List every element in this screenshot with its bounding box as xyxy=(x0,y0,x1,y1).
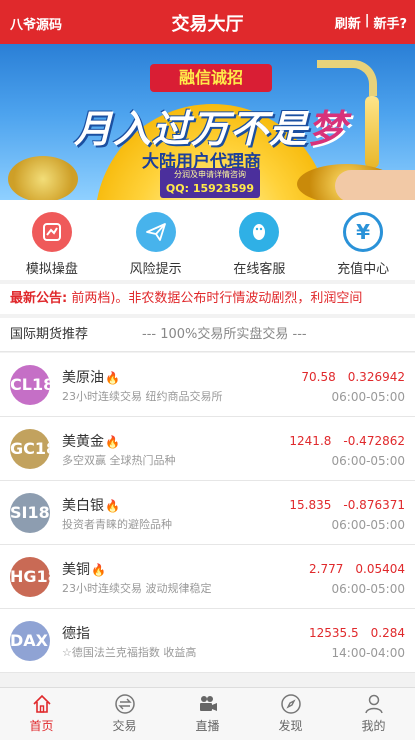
fire-icon: 🔥 xyxy=(105,435,120,449)
product-change: 0.05404 xyxy=(355,562,405,576)
product-hours: 06:00-05:00 xyxy=(331,454,406,468)
product-avatar: CL1810 xyxy=(10,365,50,405)
hand-graphic xyxy=(335,170,415,200)
product-desc: ☆德国法兰克福指数 收益高 xyxy=(62,646,197,659)
yuan-icon: ¥ xyxy=(343,212,384,252)
product-price: 12535.5 xyxy=(309,626,359,640)
product-row-crude-oil[interactable]: CL1810 美原油🔥 23小时连续交易 纽约商品交易所 70.58 0.3269… xyxy=(0,353,415,417)
section-subtitle: --- 100%交易所实盘交易 --- xyxy=(142,327,307,342)
product-list: CL1810 美原油🔥 23小时连续交易 纽约商品交易所 70.580.3269… xyxy=(0,353,415,673)
product-hours: 14:00-04:00 xyxy=(331,646,406,660)
quick-recharge-center-label: 充值中心 xyxy=(337,262,390,277)
header-separator: | xyxy=(364,13,370,28)
product-avatar: HG1809 xyxy=(10,557,50,597)
fire-icon: 🔥 xyxy=(91,563,106,577)
paper-plane-icon xyxy=(135,212,176,252)
faucet-graphic xyxy=(317,60,377,96)
section-header: 国际期货推荐 --- 100%交易所实盘交易 --- xyxy=(0,318,415,352)
banner-slogan-highlight: 梦 xyxy=(308,106,348,151)
header-actions: 刷新 | 新手? xyxy=(335,13,407,32)
gold-coins-left-graphic xyxy=(8,156,78,200)
tab-discover[interactable]: 发现 xyxy=(249,688,332,740)
simulate-trade-icon xyxy=(31,212,72,252)
product-price: 1241.8 xyxy=(289,434,332,448)
product-change: 0.284 xyxy=(370,626,405,640)
brand-name: 八爷源码 xyxy=(10,18,63,33)
product-change: 0.326942 xyxy=(347,370,405,384)
product-name: 美铜 xyxy=(62,562,90,578)
announcement-label: 最新公告: xyxy=(10,291,68,306)
product-hours: 06:00-05:00 xyxy=(331,582,406,596)
product-row-copper[interactable]: HG1809 美铜🔥 23小时连续交易 波动规律稳定 2.7770.05404 … xyxy=(0,545,415,609)
product-desc: 23小时连续交易 纽约商品交易所 xyxy=(62,390,223,403)
banner-slogan-main: 月入过万不是 xyxy=(74,106,309,151)
tab-home-label: 首页 xyxy=(29,719,54,733)
product-hours: 06:00-05:00 xyxy=(331,518,406,532)
product-price: 15.835 xyxy=(289,498,332,512)
newbie-button[interactable]: 新手? xyxy=(373,13,407,32)
quick-risk-notice-label: 风险提示 xyxy=(129,262,182,277)
tab-mine-label: 我的 xyxy=(361,719,386,733)
tab-trade[interactable]: 交易 xyxy=(83,688,166,740)
quick-online-service[interactable]: 在线客服 xyxy=(208,200,312,280)
banner-ribbon: 融信诚招 xyxy=(150,64,272,92)
tab-live-label: 直播 xyxy=(195,719,220,733)
tab-trade-label: 交易 xyxy=(112,719,137,733)
banner-qq: QQ: 15923599 xyxy=(165,182,255,195)
tab-discover-label: 发现 xyxy=(278,719,303,733)
quick-online-service-label: 在线客服 xyxy=(233,262,286,277)
product-change: -0.472862 xyxy=(343,434,405,448)
product-row-gold[interactable]: GC1812 美黄金🔥 多空双赢 全球热门品种 1241.8-0.472862 … xyxy=(0,417,415,481)
penguin-qq-icon xyxy=(239,212,280,252)
tab-home[interactable]: 首页 xyxy=(0,688,83,740)
user-icon xyxy=(332,693,415,715)
banner-contact-box: 分润及申请详情咨询 QQ: 15923599 xyxy=(160,168,260,198)
video-camera-icon xyxy=(166,693,249,715)
exchange-icon xyxy=(83,693,166,715)
section-title: 国际期货推荐 xyxy=(10,327,89,342)
bottom-tab-bar: 首页 交易 直播 发现 我的 xyxy=(0,687,415,740)
tab-live[interactable]: 直播 xyxy=(166,688,249,740)
banner-apply-text: 分润及申请详情咨询 xyxy=(174,170,246,179)
announcement-bar[interactable]: 最新公告: 前两档)。非农数据公布时行情波动剧烈，利润空间 xyxy=(0,284,415,314)
product-price: 70.58 xyxy=(301,370,336,384)
product-price: 2.777 xyxy=(309,562,344,576)
product-avatar: SI1809 xyxy=(10,493,50,533)
fire-icon: 🔥 xyxy=(105,499,120,513)
quick-risk-notice[interactable]: 风险提示 xyxy=(104,200,208,280)
product-name: 美原油 xyxy=(62,370,104,386)
product-change: -0.876371 xyxy=(343,498,405,512)
product-desc: 投资者青睐的避险品种 xyxy=(62,518,172,531)
product-avatar: DAX1809 xyxy=(10,621,50,661)
quick-actions: 模拟操盘 风险提示 在线客服 ¥ 充值中心 xyxy=(0,200,415,280)
product-row-dax[interactable]: DAX1809 德指 ☆德国法兰克福指数 收益高 12535.5 0.284 14… xyxy=(0,609,415,673)
quick-recharge-center[interactable]: ¥ 充值中心 xyxy=(311,200,415,280)
refresh-button[interactable]: 刷新 xyxy=(335,13,361,32)
fire-icon: 🔥 xyxy=(105,371,120,385)
gold-stream-graphic xyxy=(365,96,379,168)
product-hours: 06:00-05:00 xyxy=(331,390,406,404)
product-avatar: GC1812 xyxy=(10,429,50,469)
product-desc: 多空双赢 全球热门品种 xyxy=(62,454,176,467)
quick-simulate-trade-label: 模拟操盘 xyxy=(25,262,78,277)
promo-banner[interactable]: 融信诚招 月入过万不是梦 大陆用户代理商 分润及申请详情咨询 QQ: 15923… xyxy=(0,44,415,200)
product-row-silver[interactable]: SI1809 美白银🔥 投资者青睐的避险品种 15.835 -0.876371 0… xyxy=(0,481,415,545)
compass-icon xyxy=(249,693,332,715)
quick-simulate-trade[interactable]: 模拟操盘 xyxy=(0,200,104,280)
top-bar: 八爷源码 交易大厅 刷新 | 新手? xyxy=(0,0,415,44)
announcement-text: 前两档)。非农数据公布时行情波动剧烈，利润空间 xyxy=(71,291,363,306)
product-name: 德指 xyxy=(62,626,90,642)
product-name: 美白银 xyxy=(62,498,104,514)
product-desc: 23小时连续交易 波动规律稳定 xyxy=(62,582,212,595)
home-icon xyxy=(0,693,83,715)
tab-mine[interactable]: 我的 xyxy=(332,688,415,740)
banner-slogan: 月入过万不是梦 xyxy=(74,98,347,153)
product-name: 美黄金 xyxy=(62,434,104,450)
